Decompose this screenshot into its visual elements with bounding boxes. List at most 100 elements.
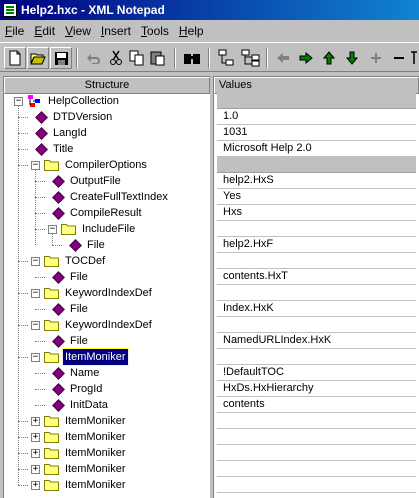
expand-icon[interactable]: + [31, 417, 40, 426]
menu-help[interactable]: Help [174, 24, 209, 38]
expand-icon[interactable]: + [31, 465, 40, 474]
up-button[interactable] [318, 47, 340, 69]
values-column-header[interactable]: Values [214, 77, 419, 94]
value-cell[interactable] [217, 221, 416, 237]
structure-column-header[interactable]: Structure [4, 77, 210, 94]
collapse-icon[interactable]: − [31, 289, 40, 298]
values-pane[interactable]: Values 1.0 1031 Microsoft Help 2.0 help2.Hx… [213, 76, 419, 498]
tree-node-itemmoniker[interactable]: + ItemMoniker [4, 445, 209, 461]
value-row[interactable] [214, 285, 418, 301]
value-cell[interactable]: NamedURLIndex.HxK [217, 333, 416, 349]
tree-node-itemmoniker[interactable]: + ItemMoniker [4, 477, 209, 493]
value-cell[interactable] [217, 349, 416, 365]
add-button[interactable] [365, 47, 387, 69]
remove-button[interactable] [388, 47, 410, 69]
tree-node-langid[interactable]: LangId [4, 125, 209, 141]
insert-node-button[interactable] [215, 47, 237, 69]
value-cell[interactable]: Hxs [217, 205, 416, 221]
tree-node-keywordindexdef[interactable]: − KeywordIndexDef [4, 317, 209, 333]
value-row[interactable]: Index.HxK [214, 301, 418, 317]
value-row[interactable]: help2.HxS [214, 173, 418, 189]
value-cell[interactable] [217, 93, 416, 109]
title-bar[interactable]: Help2.hxc - XML Notepad [0, 0, 419, 20]
collapse-icon[interactable]: − [31, 321, 40, 330]
value-cell[interactable] [217, 253, 416, 269]
value-row[interactable]: 1.0 [214, 109, 418, 125]
value-row[interactable]: 1031 [214, 125, 418, 141]
value-cell[interactable] [217, 477, 416, 493]
tree-node-initdata[interactable]: InitData [4, 397, 209, 413]
expand-icon[interactable]: + [31, 481, 40, 490]
open-button[interactable] [27, 47, 49, 69]
tree-node-file[interactable]: File [4, 301, 209, 317]
value-row[interactable] [214, 221, 418, 237]
cut-button[interactable] [105, 47, 127, 69]
new-button[interactable] [4, 47, 26, 69]
value-row[interactable] [214, 317, 418, 333]
collapse-icon[interactable]: − [31, 161, 40, 170]
tree-node-file[interactable]: File [4, 269, 209, 285]
menu-insert[interactable]: Insert [96, 24, 136, 38]
tree-node-progid[interactable]: ProgId [4, 381, 209, 397]
value-cell[interactable]: contents.HxT [217, 269, 416, 285]
tree-node-file[interactable]: File [4, 333, 209, 349]
value-row[interactable] [214, 93, 418, 109]
value-row[interactable] [214, 253, 418, 269]
tree-node-itemmoniker[interactable]: + ItemMoniker [4, 429, 209, 445]
value-cell[interactable]: HxDs.HxHierarchy [217, 381, 416, 397]
tree-node-itemmoniker[interactable]: + ItemMoniker [4, 413, 209, 429]
tree-node-itemmoniker[interactable]: + ItemMoniker [4, 461, 209, 477]
collapse-icon[interactable]: − [48, 225, 57, 234]
tree-node-itemmoniker[interactable]: − ItemMoniker [4, 348, 209, 366]
value-cell[interactable]: Yes [217, 189, 416, 205]
back-button[interactable] [272, 47, 294, 69]
menu-file[interactable]: File [0, 24, 29, 38]
value-cell[interactable] [217, 429, 416, 445]
structure-pane[interactable]: Structure − HelpCollection DTDVersion LangI… [3, 76, 210, 498]
value-row[interactable]: help2.HxF [214, 237, 418, 253]
value-cell[interactable] [217, 461, 416, 477]
forward-button[interactable] [295, 47, 317, 69]
down-button[interactable] [341, 47, 363, 69]
value-row[interactable]: Hxs [214, 205, 418, 221]
value-row[interactable] [214, 413, 418, 429]
value-row[interactable] [214, 461, 418, 477]
value-row[interactable] [214, 429, 418, 445]
value-cell[interactable]: 1.0 [217, 109, 416, 125]
value-cell[interactable] [217, 445, 416, 461]
expand-icon[interactable]: + [31, 449, 40, 458]
expand-icon[interactable]: + [31, 433, 40, 442]
find-button[interactable] [181, 47, 203, 69]
value-cell[interactable]: help2.HxF [217, 237, 416, 253]
collapse-icon[interactable]: − [31, 353, 40, 362]
collapse-icon[interactable]: − [14, 97, 23, 106]
collapse-icon[interactable]: − [31, 257, 40, 266]
tree-node-tocdef[interactable]: − TOCDef [4, 253, 209, 269]
value-cell[interactable]: !DefaultTOC [217, 365, 416, 381]
value-cell[interactable]: 1031 [217, 125, 416, 141]
tree-node-name[interactable]: Name [4, 365, 209, 381]
value-cell[interactable] [217, 317, 416, 333]
more-button[interactable] [408, 47, 419, 69]
value-row[interactable]: contents.HxT [214, 269, 418, 285]
menu-edit[interactable]: Edit [29, 24, 60, 38]
value-cell[interactable]: Index.HxK [217, 301, 416, 317]
value-row[interactable]: HxDs.HxHierarchy [214, 381, 418, 397]
tree-node-keywordindexdef[interactable]: − KeywordIndexDef [4, 285, 209, 301]
tree-node-dtdversion[interactable]: DTDVersion [4, 109, 209, 125]
value-row[interactable]: contents [214, 397, 418, 413]
paste-button[interactable] [147, 47, 169, 69]
insert-child-button[interactable] [240, 47, 262, 69]
value-cell[interactable] [217, 285, 416, 301]
tree-node-title[interactable]: Title [4, 141, 209, 157]
value-cell[interactable] [217, 413, 416, 429]
copy-button[interactable] [126, 47, 148, 69]
value-cell[interactable]: Microsoft Help 2.0 [217, 141, 416, 157]
value-row[interactable]: Yes [214, 189, 418, 205]
value-row[interactable] [214, 477, 418, 493]
value-cell[interactable] [217, 157, 416, 173]
undo-button[interactable] [82, 47, 104, 69]
value-row[interactable]: NamedURLIndex.HxK [214, 333, 418, 349]
tree-node-helpcollection[interactable]: − HelpCollection [4, 93, 209, 109]
value-cell[interactable]: contents [217, 397, 416, 413]
